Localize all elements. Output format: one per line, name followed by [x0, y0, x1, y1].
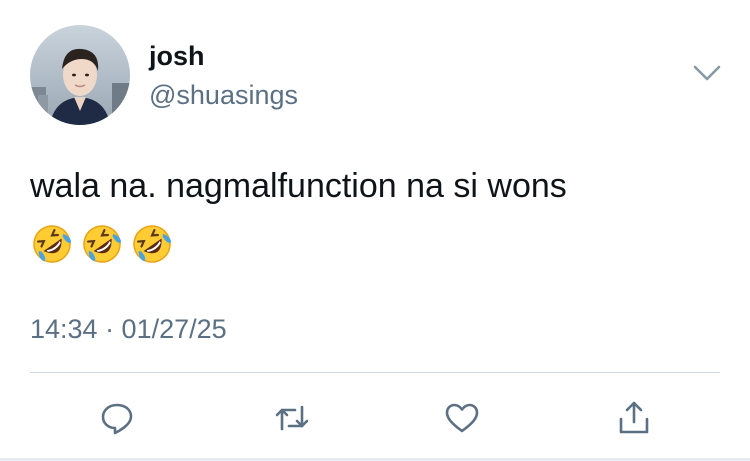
divider	[30, 372, 720, 373]
chevron-down-icon[interactable]	[692, 62, 722, 84]
avatar[interactable]	[30, 25, 130, 125]
tweet-text: wala na. nagmalfunction na si wons	[30, 167, 567, 205]
author-handle[interactable]: @shuasings	[149, 79, 298, 111]
tweet-emoji-row	[30, 222, 174, 266]
rolling-on-floor-laughing-emoji	[80, 222, 124, 266]
like-button[interactable]	[440, 396, 484, 440]
reply-icon	[101, 403, 133, 435]
retweet-button[interactable]	[270, 396, 314, 440]
share-button[interactable]	[612, 396, 656, 440]
tweet-card: josh @shuasings wala na. nagmalfunction …	[0, 0, 750, 461]
author-display-name[interactable]: josh	[149, 40, 205, 72]
heart-icon	[445, 403, 479, 433]
reply-button[interactable]	[95, 396, 139, 440]
avatar-image	[30, 25, 130, 125]
rolling-on-floor-laughing-emoji	[30, 222, 74, 266]
tweet-timestamp[interactable]: 14:34 · 01/27/25	[30, 313, 227, 345]
retweet-icon	[275, 405, 309, 431]
share-icon	[619, 401, 649, 434]
rolling-on-floor-laughing-emoji	[130, 222, 174, 266]
